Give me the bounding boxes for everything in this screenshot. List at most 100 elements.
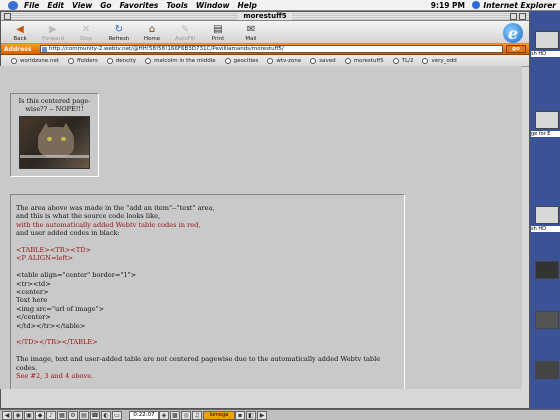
- menubar: File Edit View Go Favorites Tools Window…: [0, 0, 560, 11]
- favorite-item[interactable]: ffolders: [68, 57, 98, 64]
- address-input[interactable]: http://community-2.webtv.net/@HH!58!58!1…: [40, 45, 503, 53]
- back-label: Back: [13, 36, 27, 42]
- menu-window[interactable]: Window: [196, 1, 230, 10]
- favorite-label: geocities: [233, 57, 259, 64]
- favorite-item[interactable]: malcolm in the middle: [145, 57, 216, 64]
- menu-help[interactable]: Help: [238, 1, 257, 10]
- menu-tools[interactable]: Tools: [166, 1, 188, 10]
- favorite-label: ffolders: [77, 57, 98, 64]
- control-strip-icon[interactable]: ▩: [170, 410, 180, 420]
- control-strip-icon[interactable]: ▦: [57, 410, 67, 420]
- control-strip-icon[interactable]: ♪: [46, 410, 56, 420]
- close-box-icon[interactable]: [4, 13, 11, 20]
- document-icon[interactable]: [535, 111, 559, 129]
- control-strip-icon[interactable]: ▤: [79, 410, 89, 420]
- favorite-item[interactable]: morestuff5: [344, 57, 384, 64]
- folder-icon[interactable]: [535, 361, 559, 379]
- favorite-item[interactable]: saved: [310, 57, 336, 64]
- forward-arrow-icon: ▶: [49, 23, 57, 35]
- desktop: sh HD ge for E sh HD: [531, 11, 560, 409]
- collapse-box-icon[interactable]: [519, 13, 526, 20]
- control-strip-icon[interactable]: ☎: [90, 410, 100, 420]
- address-url: http://community-2.webtv.net/@HH!58!58!1…: [49, 46, 284, 52]
- control-strip-icon[interactable]: ◆: [35, 410, 45, 420]
- favorite-label: dencity: [115, 57, 137, 64]
- window-titlebar[interactable]: morestuff5: [1, 12, 529, 21]
- hard-drive-icon[interactable]: [535, 206, 559, 224]
- control-strip-icon[interactable]: ⚙: [68, 410, 78, 420]
- control-strip-icon[interactable]: ♫: [192, 410, 202, 420]
- home-label: Home: [143, 36, 161, 42]
- favorite-item[interactable]: very_odd: [422, 57, 457, 64]
- control-strip-icon[interactable]: ◐: [101, 410, 111, 420]
- source-text-line: See #2, 3 and 4 above.: [16, 372, 94, 381]
- source-text-line: <P ALIGN=left>: [16, 254, 73, 263]
- back-arrow-icon: ◀: [16, 23, 24, 35]
- menu-view[interactable]: View: [72, 1, 92, 10]
- control-strip-icon[interactable]: ◀: [2, 410, 12, 420]
- apple-menu-icon[interactable]: [8, 0, 18, 10]
- control-strip-icon[interactable]: ▣: [24, 410, 34, 420]
- favorite-item[interactable]: wtv-zone: [267, 57, 301, 64]
- favorite-icon: [106, 57, 113, 64]
- cat-head: [38, 127, 74, 157]
- control-strip-icon[interactable]: ▪: [235, 410, 245, 420]
- application-menu[interactable]: Internet Explorer: [472, 1, 556, 10]
- favorite-icon: [145, 57, 152, 64]
- ie-app-icon: [472, 1, 481, 9]
- source-text-line: The area above was made in the "add an i…: [16, 204, 215, 212]
- favorite-item[interactable]: dencity: [106, 57, 137, 64]
- control-strip-icon[interactable]: ▭: [112, 410, 122, 420]
- home-icon: ⌂: [148, 23, 156, 35]
- stop-button[interactable]: ✕ Stop: [71, 21, 101, 43]
- stop-label: Stop: [79, 36, 93, 42]
- source-text-line: <tr><td>: [16, 279, 51, 288]
- control-strip-icon[interactable]: ◧: [246, 410, 256, 420]
- zoom-box-icon[interactable]: [510, 13, 517, 20]
- forward-button[interactable]: ▶ Forward: [38, 21, 68, 43]
- print-icon: ▤: [213, 23, 223, 35]
- go-button[interactable]: go: [506, 45, 526, 53]
- iomega-strip-item[interactable]: Iomega: [203, 410, 235, 420]
- autofill-button[interactable]: ✎ AutoFill: [170, 21, 200, 43]
- favorite-item[interactable]: worldzone.net: [11, 57, 60, 64]
- menu-favorites[interactable]: Favorites: [120, 1, 159, 10]
- favorite-item[interactable]: TL/2: [392, 57, 414, 64]
- menu-file[interactable]: File: [24, 1, 39, 10]
- favorite-item[interactable]: geocities: [224, 57, 259, 64]
- control-strip-icon[interactable]: ◈: [159, 410, 169, 420]
- menu-edit[interactable]: Edit: [47, 1, 64, 10]
- source-text-line: <img src="url of image">: [16, 304, 105, 313]
- stop-icon: ✕: [81, 23, 91, 35]
- favorite-icon: [267, 57, 274, 64]
- cat-photo: [19, 116, 90, 169]
- control-strip: ◀ ◉ ▣ ◆ ♪ ▦ ⚙ ▤ ☎ ◐ ▭ 0:22:07 ◈ ▩ ◎ ♫ Io…: [0, 409, 560, 420]
- mail-button[interactable]: ✉ Mail: [236, 21, 266, 43]
- control-strip-icon[interactable]: ◉: [13, 410, 23, 420]
- control-strip-icon[interactable]: ▶: [257, 410, 267, 420]
- source-text-line: <TABLE><TR><TD>: [16, 246, 92, 255]
- favorite-label: TL/2: [401, 57, 414, 64]
- home-button[interactable]: ⌂ Home: [137, 21, 167, 43]
- folder-icon[interactable]: [535, 261, 559, 279]
- print-button[interactable]: ▤ Print: [203, 21, 233, 43]
- window-title: morestuff5: [238, 12, 292, 20]
- control-strip-icon[interactable]: ◎: [181, 410, 191, 420]
- favorite-label: worldzone.net: [20, 57, 60, 64]
- menubar-clock[interactable]: 9:19 PM: [431, 1, 465, 10]
- favorite-icon: [344, 57, 351, 64]
- address-bar: Address http://community-2.webtv.net/@HH…: [1, 44, 529, 55]
- menu-go[interactable]: Go: [100, 1, 111, 10]
- strip-clock[interactable]: 0:22:07: [129, 410, 159, 420]
- source-code-table: The area above was made in the "add an i…: [10, 194, 405, 389]
- back-button[interactable]: ◀ Back: [5, 21, 35, 43]
- refresh-label: Refresh: [108, 36, 130, 42]
- mail-icon: ✉: [246, 23, 256, 35]
- folder-icon[interactable]: [535, 311, 559, 329]
- address-label: Address: [4, 45, 32, 53]
- refresh-button[interactable]: ↻ Refresh: [104, 21, 134, 43]
- hard-drive-icon[interactable]: [535, 31, 559, 49]
